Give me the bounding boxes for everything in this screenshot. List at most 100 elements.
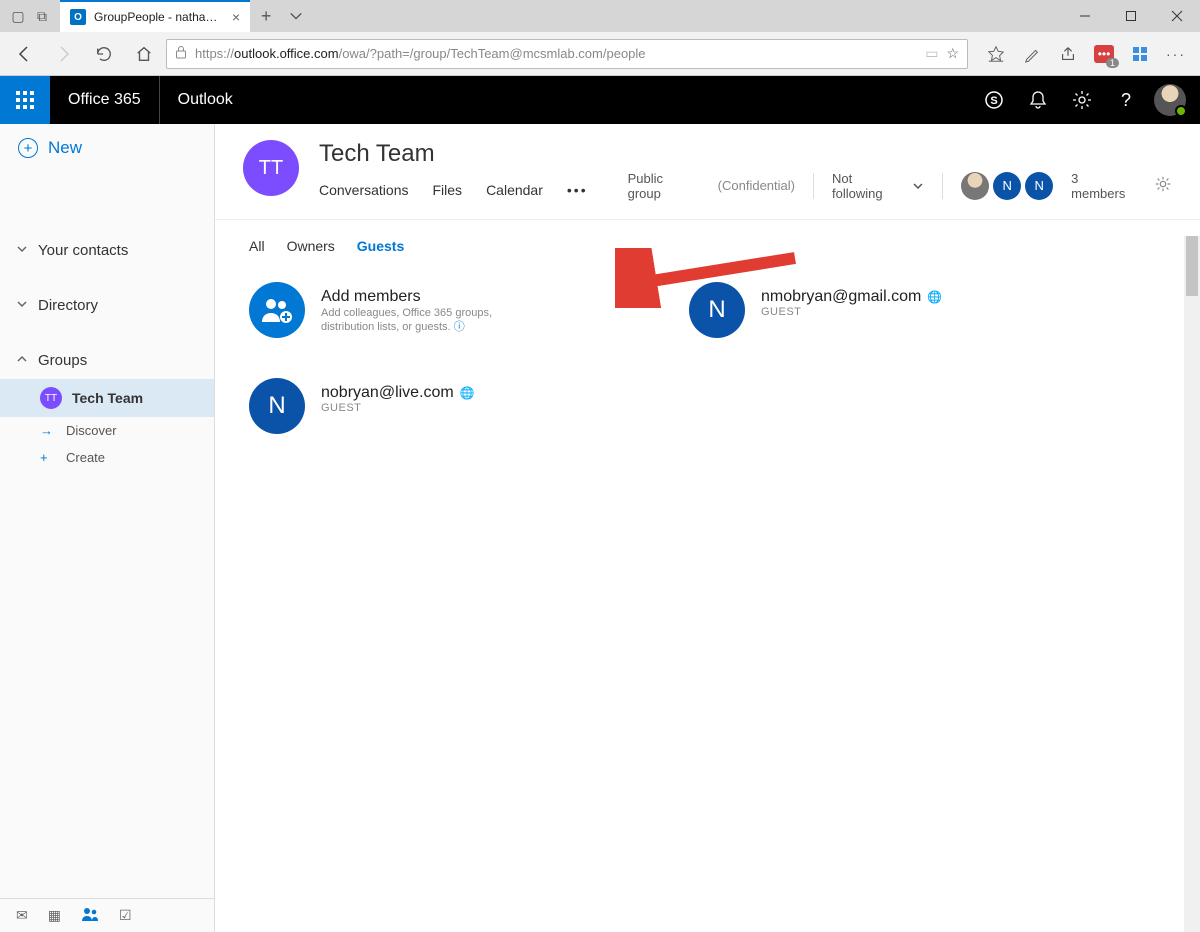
- tab-set-aside-icon[interactable]: ⧉: [34, 8, 50, 24]
- arrow-right-icon: →: [40, 423, 56, 438]
- app-launcher-button[interactable]: [0, 76, 50, 124]
- chevron-down-icon: [16, 297, 30, 314]
- favorites-hub-icon[interactable]: [978, 36, 1014, 72]
- address-bar[interactable]: https://outlook.office.com/owa/?path=/gr…: [166, 39, 968, 69]
- reading-view-icon[interactable]: ▭: [925, 45, 938, 62]
- nav-your-contacts[interactable]: Your contacts: [0, 232, 214, 269]
- more-actions-icon[interactable]: ···: [1158, 36, 1194, 72]
- tab-calendar[interactable]: Calendar: [486, 182, 543, 210]
- nav-item-tech-team[interactable]: TT Tech Team: [0, 379, 214, 417]
- mail-module-icon[interactable]: ✉: [16, 907, 28, 924]
- add-members-title: Add members: [321, 288, 541, 306]
- close-window-button[interactable]: [1154, 0, 1200, 32]
- group-visibility: Public group: [628, 171, 700, 201]
- globe-icon: 🌐: [927, 290, 942, 304]
- new-tab-button[interactable]: +: [250, 0, 282, 32]
- group-title: Tech Team: [319, 140, 588, 168]
- add-members-card[interactable]: Add members Add colleagues, Office 365 g…: [249, 282, 609, 338]
- tasks-module-icon[interactable]: ☑: [119, 907, 132, 924]
- url-text: https://outlook.office.com/owa/?path=/gr…: [195, 46, 917, 61]
- member-card[interactable]: N nobryan@live.com 🌐 GUEST: [249, 378, 609, 434]
- app-name[interactable]: Outlook: [160, 91, 251, 109]
- notifications-icon[interactable]: [1016, 76, 1060, 124]
- suite-brand[interactable]: Office 365: [50, 76, 160, 124]
- tab-more-icon[interactable]: •••: [567, 182, 588, 210]
- divider: [942, 173, 943, 199]
- skype-icon[interactable]: S: [972, 76, 1016, 124]
- outlook-favicon: O: [70, 9, 86, 25]
- tab-title: GroupPeople - nathan@: [94, 10, 224, 24]
- tab-preview-chevron-icon[interactable]: [282, 0, 310, 32]
- svg-text:S: S: [990, 95, 997, 107]
- group-sensitivity: (Confidential): [718, 178, 795, 193]
- tab-close-icon[interactable]: ×: [232, 9, 240, 25]
- share-icon[interactable]: [1050, 36, 1086, 72]
- member-avatar-icon: N: [993, 172, 1021, 200]
- tab-conversations[interactable]: Conversations: [319, 182, 409, 210]
- help-icon[interactable]: ?: [1104, 76, 1148, 124]
- browser-toolbar: https://outlook.office.com/owa/?path=/gr…: [0, 32, 1200, 76]
- presence-available-icon: [1175, 105, 1187, 117]
- nav-directory[interactable]: Directory: [0, 287, 214, 324]
- filter-all[interactable]: All: [249, 238, 265, 254]
- extension-grid-icon[interactable]: [1122, 36, 1158, 72]
- guest-tag: GUEST: [321, 402, 475, 414]
- follow-toggle[interactable]: Not following: [832, 171, 924, 201]
- refresh-button[interactable]: [86, 36, 122, 72]
- extension-badge: 1: [1106, 58, 1119, 68]
- group-settings-gear-icon[interactable]: [1154, 175, 1172, 196]
- chevron-down-icon: [16, 242, 30, 259]
- minimize-button[interactable]: [1062, 0, 1108, 32]
- info-icon[interactable]: ⓘ: [454, 321, 465, 333]
- extension-red-icon[interactable]: •••1: [1086, 36, 1122, 72]
- favorite-star-icon[interactable]: ☆: [946, 45, 959, 62]
- add-members-subtitle: Add colleagues, Office 365 groups, distr…: [321, 306, 541, 335]
- member-email: nmobryan@gmail.com 🌐: [761, 288, 942, 306]
- chevron-down-icon: [912, 180, 924, 192]
- member-facepile[interactable]: N N: [961, 172, 1053, 200]
- person-avatar-icon: N: [249, 378, 305, 434]
- window-controls: [1062, 0, 1200, 32]
- tab-actions-icon[interactable]: ▢: [10, 8, 26, 24]
- new-button[interactable]: + New: [0, 124, 214, 172]
- settings-gear-icon[interactable]: [1060, 76, 1104, 124]
- vertical-scrollbar[interactable]: [1184, 236, 1200, 932]
- member-email: nobryan@live.com 🌐: [321, 384, 475, 402]
- chevron-up-icon: [16, 352, 30, 369]
- add-members-icon: [249, 282, 305, 338]
- forward-button[interactable]: [46, 36, 82, 72]
- maximize-button[interactable]: [1108, 0, 1154, 32]
- people-module-icon[interactable]: [81, 907, 99, 924]
- tab-files[interactable]: Files: [433, 182, 463, 210]
- nav-groups[interactable]: Groups: [0, 342, 214, 379]
- plus-circle-icon: +: [18, 138, 38, 158]
- scrollbar-thumb[interactable]: [1186, 236, 1198, 296]
- group-header: TT Tech Team Conversations Files Calenda…: [215, 124, 1200, 220]
- browser-titlebar: ▢ ⧉ O GroupPeople - nathan@ × +: [0, 0, 1200, 32]
- group-chip-icon: TT: [40, 387, 62, 409]
- filter-owners[interactable]: Owners: [287, 238, 335, 254]
- divider: [813, 173, 814, 199]
- member-cards: Add members Add colleagues, Office 365 g…: [215, 262, 1155, 454]
- globe-icon: 🌐: [460, 386, 475, 400]
- person-avatar-icon: N: [689, 282, 745, 338]
- back-button[interactable]: [6, 36, 42, 72]
- nav-create[interactable]: + Create: [0, 444, 214, 471]
- browser-tab[interactable]: O GroupPeople - nathan@ ×: [60, 0, 250, 32]
- home-button[interactable]: [126, 36, 162, 72]
- member-count[interactable]: 3 members: [1071, 171, 1136, 201]
- notes-icon[interactable]: [1014, 36, 1050, 72]
- suite-header: Office 365 Outlook S ?: [0, 76, 1200, 124]
- me-avatar[interactable]: [1154, 84, 1186, 116]
- calendar-module-icon[interactable]: ▦: [48, 907, 61, 924]
- module-switcher: ✉ ▦ ☑: [0, 898, 214, 932]
- plus-icon: +: [40, 450, 56, 465]
- member-card[interactable]: N nmobryan@gmail.com 🌐 GUEST: [689, 282, 1049, 338]
- member-avatar-icon: [961, 172, 989, 200]
- filter-guests[interactable]: Guests: [357, 238, 404, 254]
- content-area: TT Tech Team Conversations Files Calenda…: [215, 124, 1200, 932]
- member-filter-tabs: All Owners Guests: [215, 220, 1200, 262]
- left-nav: + New Your contacts Directory Groups TT …: [0, 124, 215, 932]
- new-label: New: [48, 138, 82, 158]
- nav-discover[interactable]: → Discover: [0, 417, 214, 444]
